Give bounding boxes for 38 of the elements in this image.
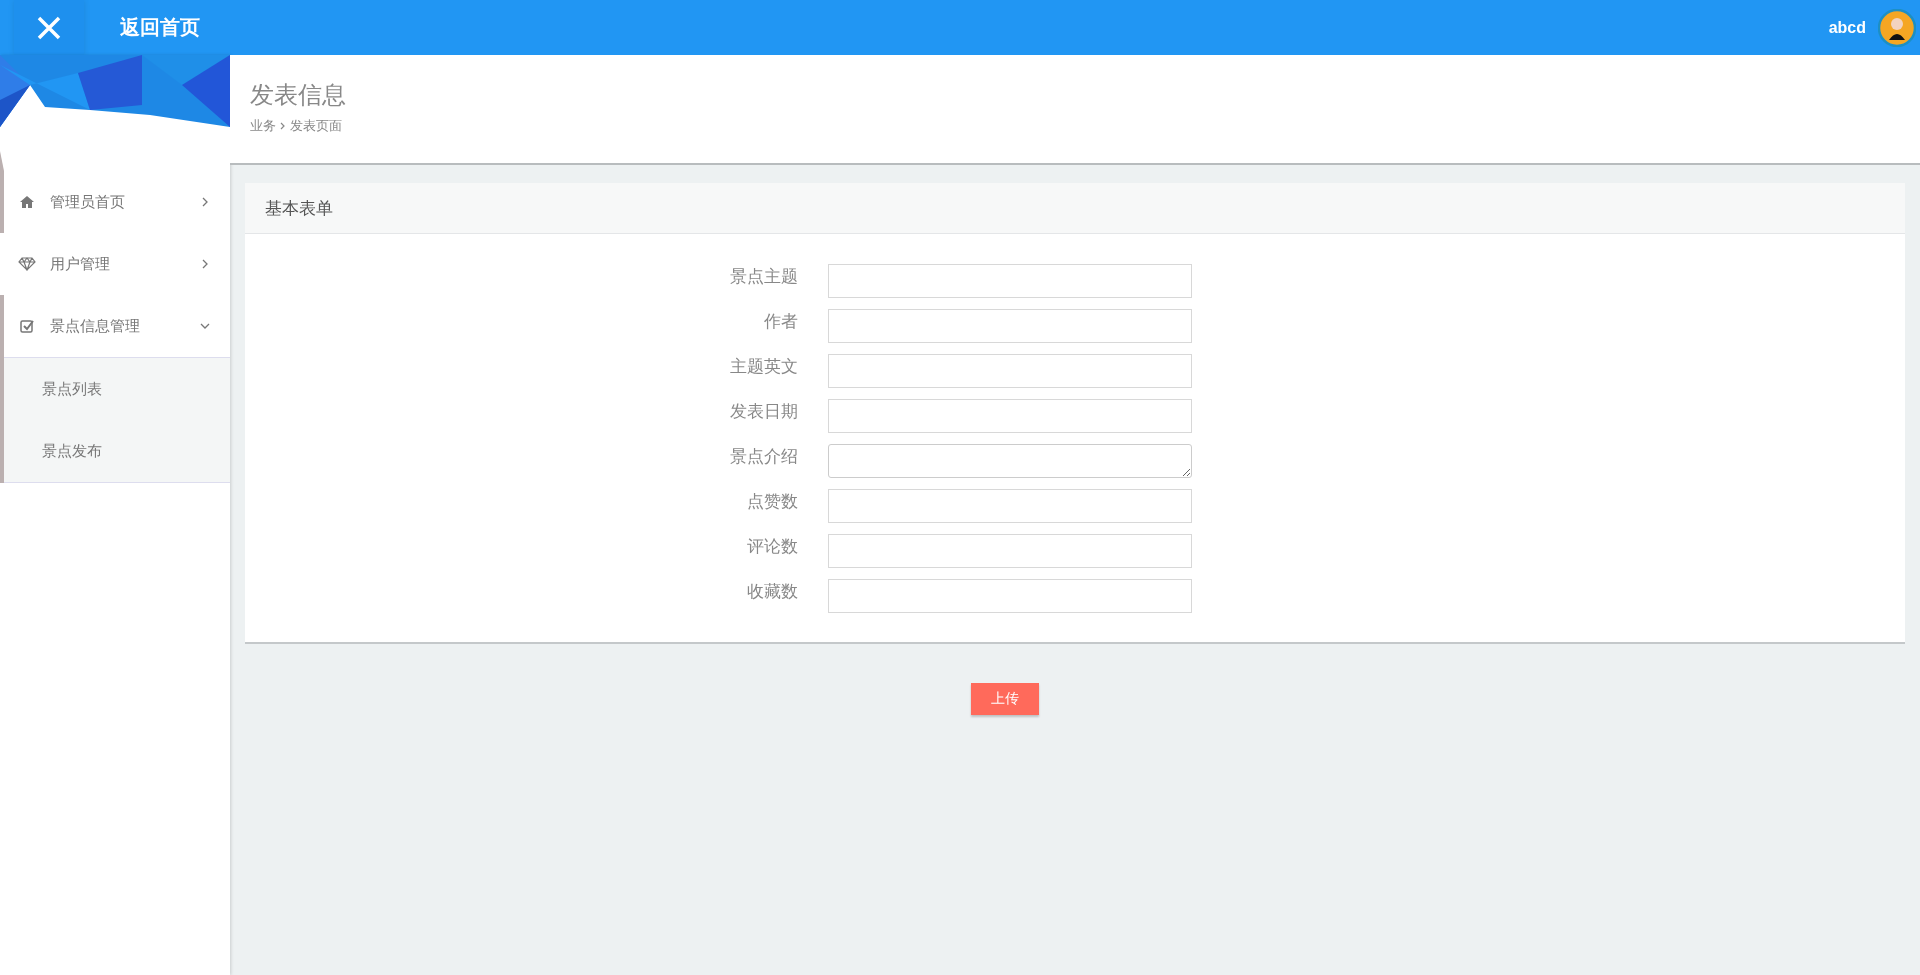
username: abcd — [1828, 18, 1866, 37]
input-field[interactable] — [828, 534, 1192, 568]
checkbox-icon — [18, 319, 36, 333]
diamond-icon — [18, 257, 36, 271]
chevron-down-icon — [200, 321, 210, 331]
field-label: 点赞数 — [746, 490, 799, 513]
field-label: 收藏数 — [746, 580, 799, 603]
menu-item[interactable]: 管理员首页 — [4, 171, 230, 233]
breadcrumb-link[interactable]: 发表页面 — [290, 117, 342, 135]
submenu-item[interactable]: 景点列表 — [4, 358, 230, 420]
close-button[interactable] — [14, 0, 84, 55]
menu-item[interactable]: 景点信息管理 — [4, 295, 230, 357]
input-field[interactable] — [828, 264, 1192, 298]
submenu-item[interactable]: 景点发布 — [4, 420, 230, 482]
menu-item[interactable]: 用户管理 — [4, 233, 230, 295]
chevron-right-icon — [200, 197, 210, 207]
input-field[interactable] — [828, 579, 1192, 613]
field-label: 作者 — [763, 310, 799, 333]
upload-button[interactable]: 上传 — [971, 683, 1039, 715]
home-icon — [18, 196, 36, 208]
field-label: 主题英文 — [729, 355, 799, 378]
input-field[interactable] — [828, 489, 1192, 523]
home-link[interactable]: 返回首页 — [120, 14, 200, 41]
input-field[interactable] — [828, 354, 1192, 388]
breadcrumb-link[interactable]: 业务 — [250, 117, 276, 135]
input-field[interactable] — [828, 399, 1192, 433]
breadcrumb-separator-icon — [280, 122, 286, 130]
field-label: 评论数 — [746, 535, 799, 558]
input-field[interactable] — [828, 309, 1192, 343]
field-label: 发表日期 — [729, 400, 799, 423]
page-title: 发表信息 — [250, 80, 346, 111]
avatar-icon[interactable] — [1878, 8, 1916, 47]
field-label: 景点介绍 — [729, 445, 799, 468]
field-label: 景点主题 — [729, 265, 799, 288]
panel-title: 基本表单 — [265, 196, 333, 220]
text-area[interactable] — [828, 444, 1192, 478]
close-icon — [36, 14, 62, 41]
chevron-right-icon — [200, 259, 210, 269]
